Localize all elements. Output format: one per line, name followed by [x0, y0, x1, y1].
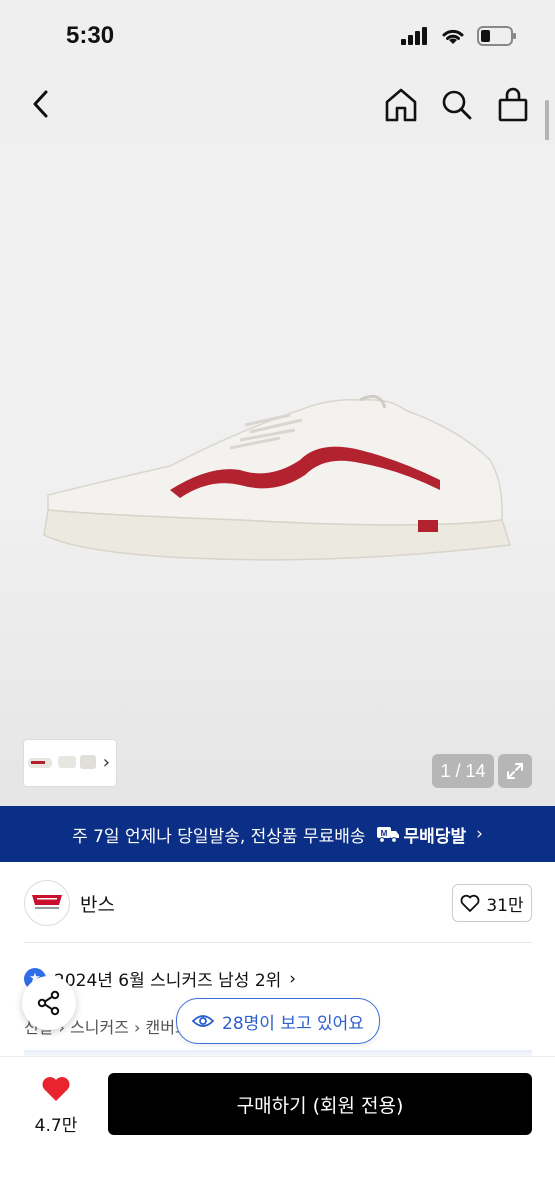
banner-text: 주 7일 언제나 당일발송, 전상품 무료배송	[72, 826, 366, 847]
brand-like-count: 31만	[486, 895, 524, 916]
status-bar: 5:30	[0, 0, 555, 70]
product-image	[43, 394, 511, 561]
bottom-action-bar: 4.7만 구매하기 (회원 전용)	[0, 1056, 555, 1201]
divider	[24, 942, 532, 943]
battery-icon	[477, 26, 516, 46]
heart-outline-icon	[460, 894, 480, 912]
brand-logo[interactable]	[24, 880, 70, 926]
buy-button[interactable]: 구매하기 (회원 전용)	[108, 1073, 532, 1135]
nav-actions	[383, 84, 531, 124]
breadcrumb-separator-icon: ›	[134, 1018, 146, 1037]
heart-filled-icon	[42, 1077, 70, 1101]
share-icon	[37, 990, 60, 1016]
ranking-chevron-icon: ›	[289, 968, 297, 989]
status-time: 5:30	[66, 22, 115, 49]
brand-name[interactable]: 반스	[80, 890, 115, 917]
brand-row: 반스 31만	[24, 878, 532, 926]
expand-icon[interactable]	[498, 754, 532, 788]
wishlist-count: 4.7만	[34, 1116, 78, 1136]
wishlist-button[interactable]: 4.7만	[24, 1075, 88, 1136]
viewers-text: 28명이 보고 있어요	[222, 1013, 364, 1034]
delivery-truck-icon: M	[376, 827, 399, 843]
back-arrow-icon[interactable]	[24, 86, 60, 122]
signal-icon	[401, 27, 427, 45]
top-nav	[0, 70, 555, 140]
cart-icon[interactable]	[495, 84, 531, 124]
home-icon[interactable]	[383, 84, 419, 124]
viewers-pill: 28명이 보고 있어요	[176, 998, 380, 1044]
status-icons	[401, 26, 517, 46]
ranking-text: 2024년 6월 스니커즈 남성 2위	[54, 971, 282, 991]
search-icon[interactable]	[439, 84, 475, 124]
breadcrumb-item[interactable]: 스니커즈	[70, 1018, 129, 1037]
wifi-icon	[442, 29, 464, 44]
svg-text:M: M	[380, 829, 387, 838]
chevron-right-icon: ›	[102, 752, 110, 773]
product-image-area[interactable]: › 1 / 14	[0, 140, 555, 806]
banner-chevron-icon: ›	[476, 824, 483, 844]
image-counter: 1 / 14	[432, 754, 494, 788]
delivery-banner[interactable]: 주 7일 언제나 당일발송, 전상품 무료배송 M 무배당발 ›	[0, 806, 555, 862]
share-button[interactable]	[22, 976, 76, 1030]
thumbnail-image	[28, 755, 96, 769]
brand-like-button[interactable]: 31만	[452, 884, 532, 922]
badge-label: 무배당발	[403, 826, 467, 847]
eye-icon	[192, 1015, 215, 1027]
thumbnail-strip[interactable]: ›	[24, 740, 116, 786]
delivery-badge: M 무배당발	[376, 822, 467, 847]
